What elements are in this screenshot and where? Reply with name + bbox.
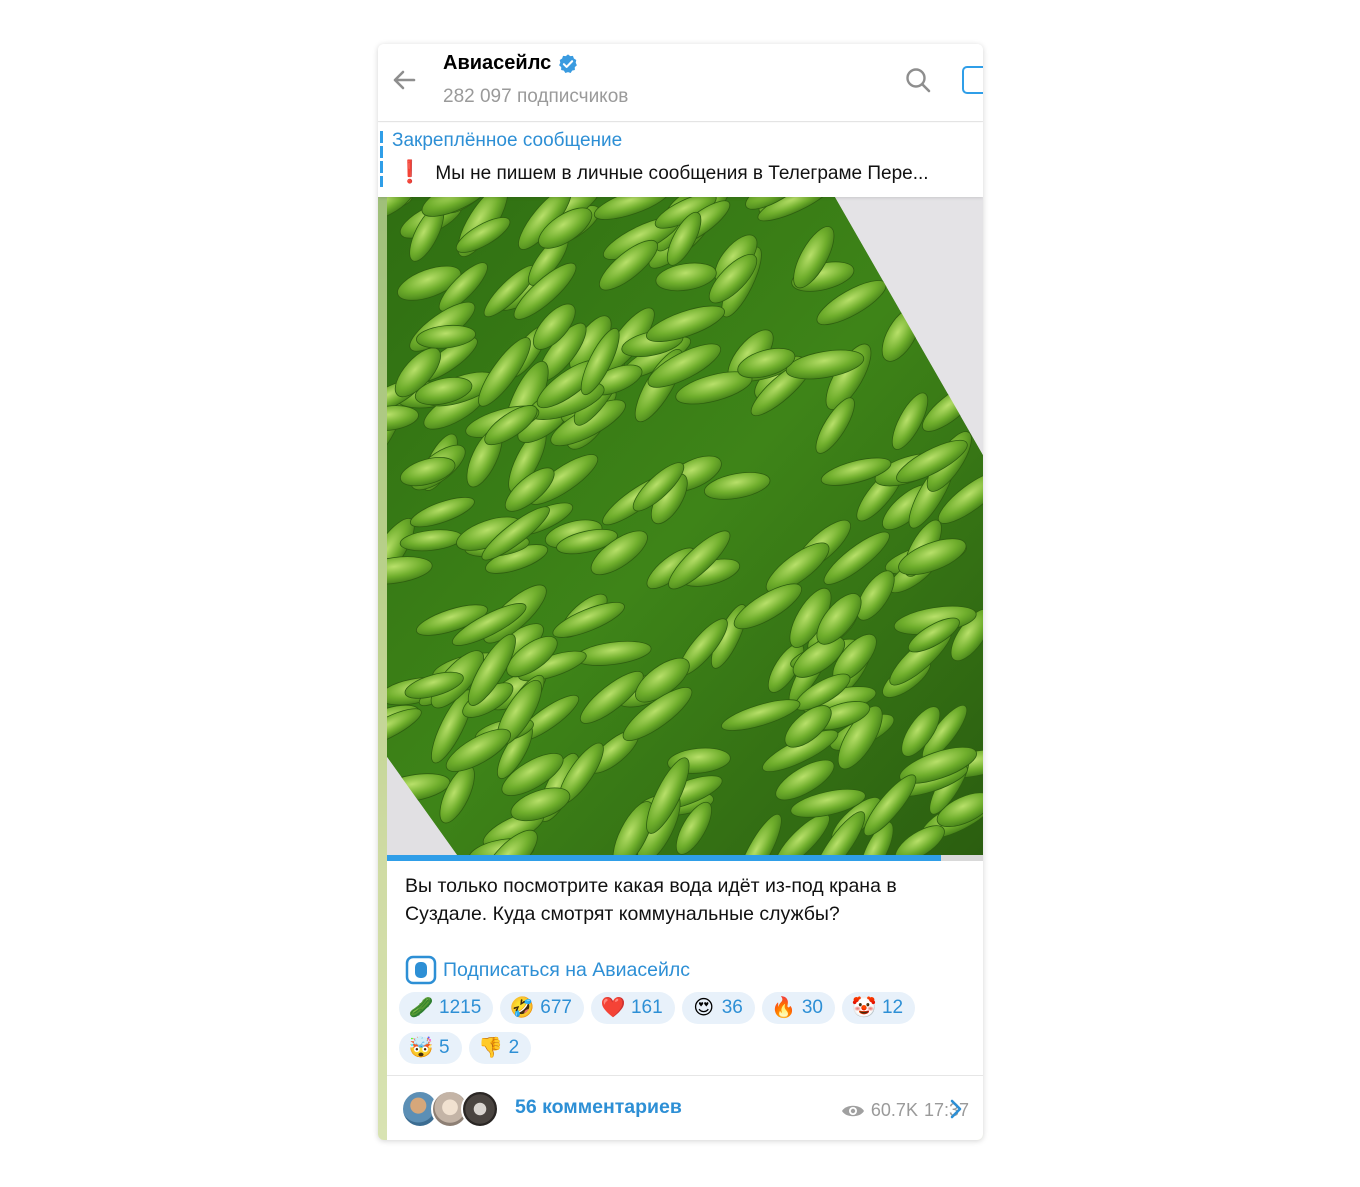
comments-button[interactable]: 56 комментариев <box>387 1075 983 1140</box>
reaction-emoji-icon: 🤣 <box>509 997 535 1019</box>
pinned-indicator <box>380 131 383 187</box>
search-icon[interactable] <box>902 64 934 96</box>
reaction-pill[interactable]: 🤣 677 <box>500 992 584 1024</box>
reaction-pill[interactable]: 😍 36 <box>681 992 755 1024</box>
video-frame-cucumbers <box>387 197 983 855</box>
reaction-emoji-icon: 🥒 <box>408 997 434 1019</box>
pinned-message-bar[interactable]: Закреплённое сообщение ❗ Мы не пишем в ли… <box>378 123 983 197</box>
telegram-channel-window: Авиасейлс 282 097 подписчиков Закреплённ… <box>378 44 983 1140</box>
reaction-count: 5 <box>439 1037 450 1058</box>
subscribe-link[interactable]: Подписаться на Авиасейлс <box>405 955 690 985</box>
video-progress-bar[interactable] <box>387 855 983 861</box>
chevron-right-icon <box>950 1099 962 1119</box>
pinned-preview-text: Мы не пишем в личные сообщения в Телегра… <box>435 163 929 184</box>
subscriber-count: 282 097 подписчиков <box>443 86 629 107</box>
reaction-pill[interactable]: ❤️ 161 <box>590 992 675 1024</box>
reaction-pill[interactable]: 👎 2 <box>468 1032 532 1064</box>
reaction-pill[interactable]: 🤯 5 <box>399 1032 462 1064</box>
reaction-emoji-icon: 🤯 <box>408 1037 434 1059</box>
reaction-count: 30 <box>801 997 823 1018</box>
avatar <box>461 1090 499 1128</box>
comments-count-label: 56 комментариев <box>515 1096 682 1118</box>
subscribe-label: Подписаться на Авиасейлс <box>443 958 690 981</box>
pinned-title: Закреплённое сообщение <box>392 130 623 151</box>
reaction-pill[interactable]: 🥒 1215 <box>399 992 494 1024</box>
channel-header: Авиасейлс 282 097 подписчиков <box>378 44 983 122</box>
reaction-pill[interactable]: 🔥 30 <box>761 992 835 1024</box>
side-panel-icon[interactable] <box>962 66 983 94</box>
commenter-avatars <box>401 1090 501 1128</box>
channel-title: Авиасейлс <box>443 52 552 74</box>
exclamation-icon: ❗ <box>396 159 424 184</box>
back-arrow-icon[interactable] <box>388 64 420 96</box>
reaction-emoji-icon: 🔥 <box>771 997 797 1019</box>
reaction-count: 1215 <box>439 997 482 1018</box>
post-caption: Вы только посмотрите какая вода идёт из-… <box>405 875 897 925</box>
channel-icon <box>405 955 437 985</box>
pinned-preview: ❗ Мы не пишем в личные сообщения в Телегр… <box>396 159 976 185</box>
verified-badge-icon <box>559 53 578 73</box>
channel-post: Вы только посмотрите какая вода идёт из-… <box>387 197 983 1140</box>
reaction-emoji-icon: ❤️ <box>600 997 626 1019</box>
reaction-count: 2 <box>508 1037 520 1058</box>
reaction-count: 677 <box>540 997 572 1018</box>
reactions-bar: 🥒 1215 🤣 677 ❤️ 161 😍 36 🔥 30 🤡 12 🤯 5 👎 2 <box>399 992 974 1064</box>
reaction-pill[interactable]: 🤡 12 <box>841 992 916 1024</box>
reaction-emoji-icon: 👎 <box>478 1037 504 1059</box>
reaction-emoji-icon: 😍 <box>693 997 715 1019</box>
reaction-count: 161 <box>630 997 663 1018</box>
video-progress-fill <box>387 855 942 861</box>
reaction-count: 36 <box>721 997 743 1018</box>
reaction-count: 12 <box>881 997 904 1018</box>
video-player[interactable] <box>387 197 983 855</box>
channel-title-row[interactable]: Авиасейлс <box>443 52 579 75</box>
reaction-emoji-icon: 🤡 <box>851 997 877 1019</box>
